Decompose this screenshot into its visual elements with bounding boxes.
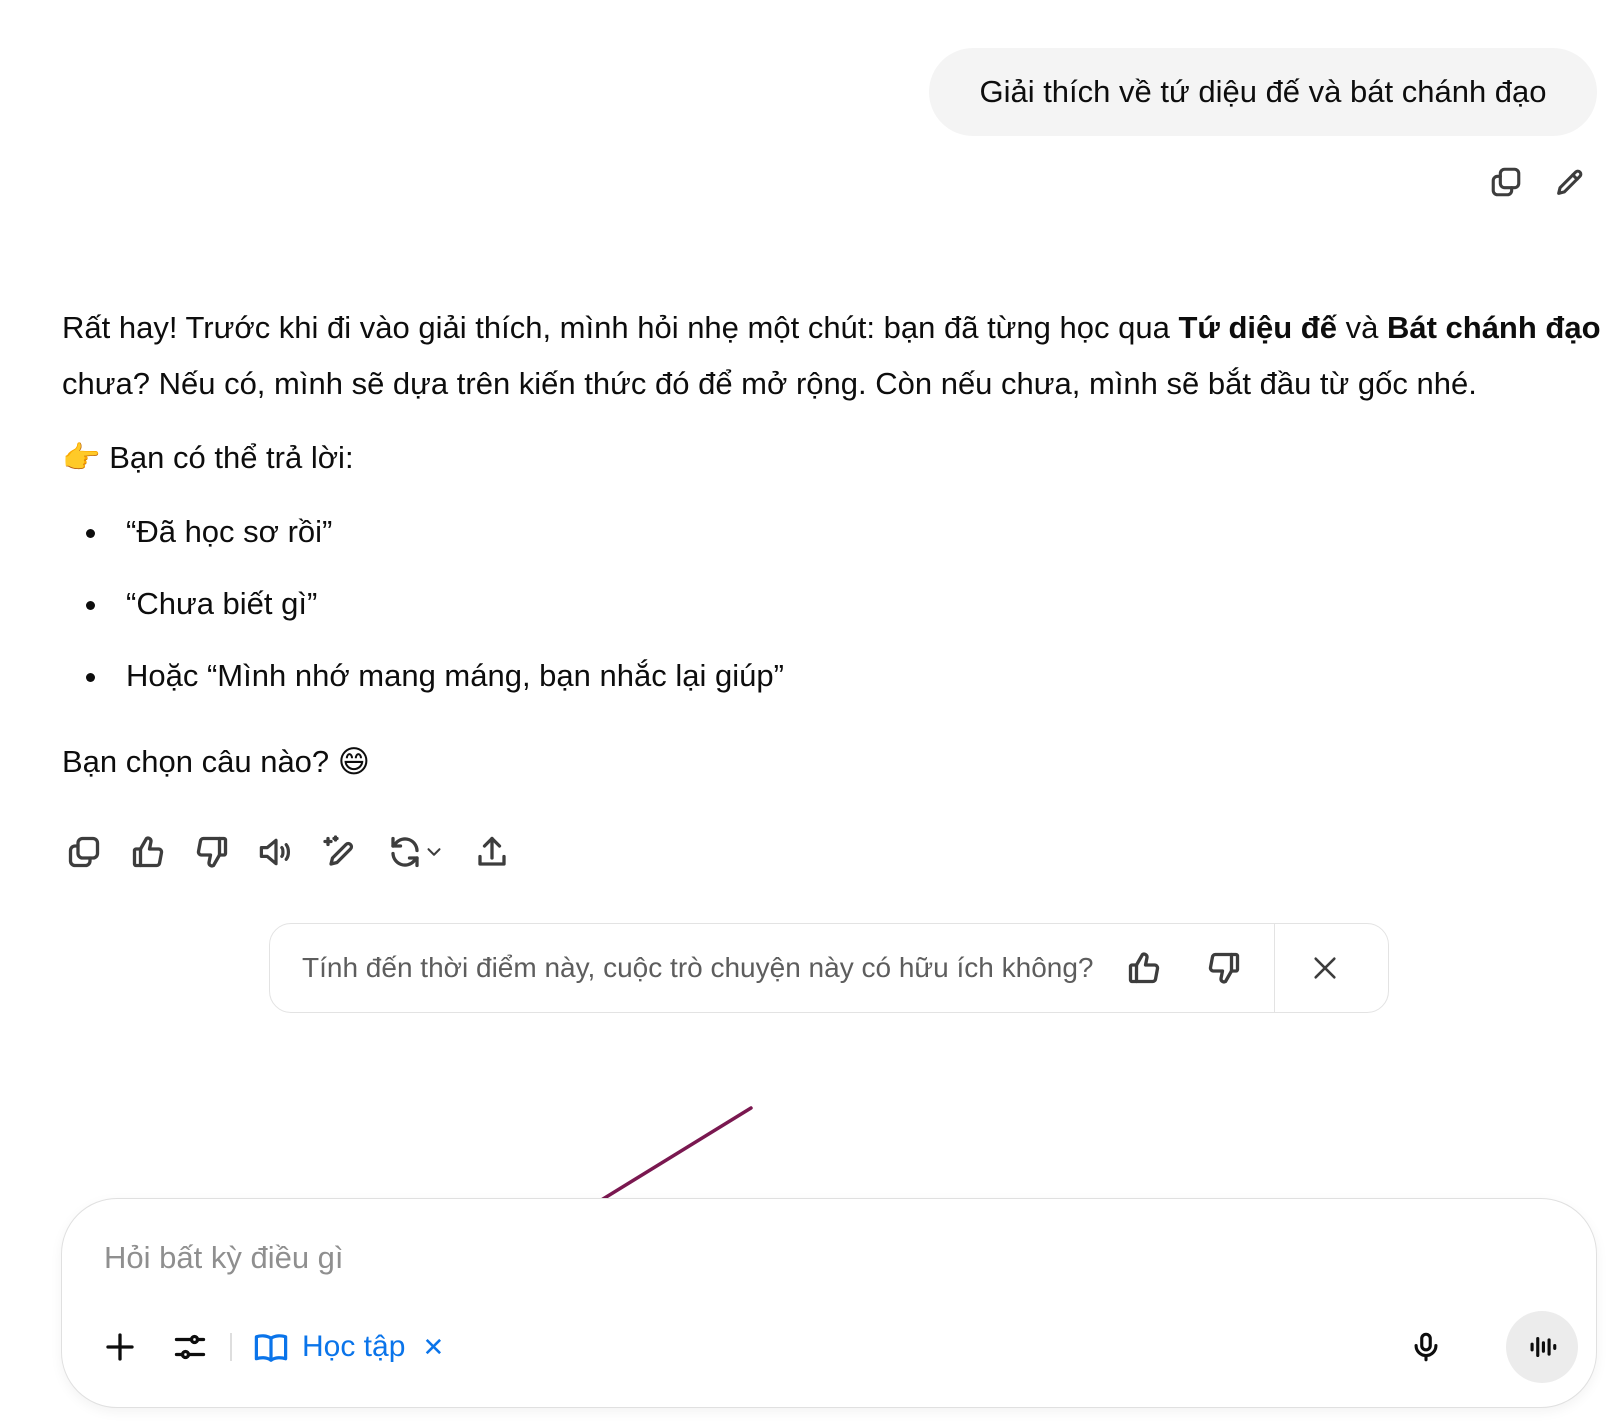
closing-question: Bạn chọn câu nào? 😄 xyxy=(62,734,370,790)
answer-options-list: “Đã học sơ rồi” “Chưa biết gì” Hoặc “Mìn… xyxy=(62,504,784,720)
list-item: “Chưa biết gì” xyxy=(62,576,784,648)
feedback-question: Tính đến thời điểm này, cuộc trò chuyện … xyxy=(302,952,1094,983)
feedback-divider xyxy=(1273,923,1275,1013)
message-action-bar xyxy=(60,828,532,876)
chat-composer: Học tập ✕ xyxy=(61,1198,1597,1408)
study-mode-label: Học tập xyxy=(302,1330,406,1363)
add-attachment-button[interactable] xyxy=(92,1319,148,1375)
answer-prompt-text: Bạn có thể trả lời: xyxy=(100,440,354,475)
remove-mode-icon[interactable]: ✕ xyxy=(419,1332,447,1362)
sliders-icon xyxy=(174,1334,206,1360)
assistant-intro: Rất hay! Trước khi đi vào giải thích, mì… xyxy=(62,300,1602,412)
toolbar-divider xyxy=(230,1333,232,1361)
copy-icon[interactable] xyxy=(1482,158,1530,206)
user-message-bubble: Giải thích về tứ diệu đế và bát chánh đạ… xyxy=(929,48,1597,136)
microphone-button[interactable] xyxy=(1398,1319,1454,1375)
plus-icon xyxy=(106,1333,134,1361)
closing-text: Bạn chọn câu nào? xyxy=(62,744,338,779)
grinning-emoji: 😄 xyxy=(337,744,371,779)
microphone-icon xyxy=(1414,1332,1438,1362)
share-icon[interactable] xyxy=(468,828,516,876)
edit-icon[interactable] xyxy=(1546,158,1594,206)
answer-prompt: 👉 Bạn có thể trả lời: xyxy=(62,430,354,486)
intro-bold-eightfold-path: Bát chánh đạo xyxy=(1386,310,1601,345)
study-mode-chip[interactable]: Học tập ✕ xyxy=(252,1319,447,1375)
edit-canvas-icon[interactable] xyxy=(316,828,364,876)
thumbs-down-icon[interactable] xyxy=(188,828,236,876)
feedback-card: Tính đến thời điểm này, cuộc trò chuyện … xyxy=(269,923,1389,1013)
pointing-hand-emoji: 👉 xyxy=(62,440,101,475)
list-item: Hoặc “Mình nhớ mang máng, bạn nhắc lại g… xyxy=(62,648,784,720)
chevron-down-icon xyxy=(427,848,441,856)
thumbs-down-icon[interactable] xyxy=(1196,940,1252,996)
waveform-icon xyxy=(1530,1336,1557,1358)
intro-text-rest: chưa? Nếu có, mình sẽ dựa trên kiến thức… xyxy=(62,366,1477,401)
thumbs-up-icon[interactable] xyxy=(124,828,172,876)
user-message-text: Giải thích về tứ diệu đế và bát chánh đạ… xyxy=(979,74,1547,109)
read-aloud-icon[interactable] xyxy=(252,828,300,876)
close-icon[interactable] xyxy=(1297,940,1353,996)
intro-text-and: và xyxy=(1336,310,1387,345)
list-item: “Đã học sơ rồi” xyxy=(62,504,784,576)
chat-input[interactable] xyxy=(102,1227,1406,1289)
tools-button[interactable] xyxy=(162,1319,218,1375)
voice-mode-button[interactable] xyxy=(1506,1311,1578,1383)
thumbs-up-icon[interactable] xyxy=(1116,940,1172,996)
intro-bold-four-truths: Tứ diệu đế xyxy=(1178,310,1337,345)
copy-icon[interactable] xyxy=(60,828,108,876)
regenerate-icon[interactable] xyxy=(380,828,452,876)
intro-text: Rất hay! Trước khi đi vào giải thích, mì… xyxy=(62,310,1179,345)
book-icon xyxy=(254,1334,288,1362)
